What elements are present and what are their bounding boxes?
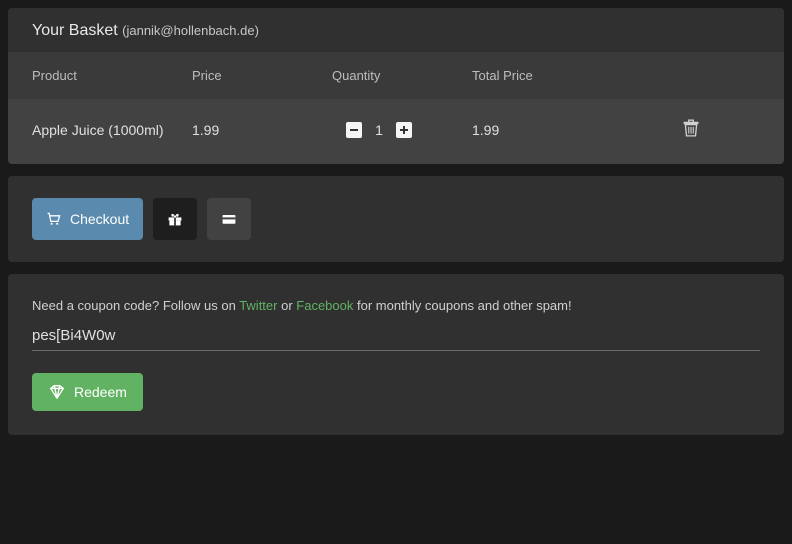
coupon-hint-suffix: for monthly coupons and other spam! (353, 298, 571, 313)
header-quantity: Quantity (332, 68, 472, 83)
basket-title-text: Your Basket (32, 22, 118, 39)
diamond-icon (48, 383, 66, 401)
checkout-label: Checkout (70, 211, 129, 227)
checkout-button[interactable]: Checkout (32, 198, 143, 240)
coupon-input[interactable] (32, 323, 760, 351)
facebook-link[interactable]: Facebook (296, 298, 353, 313)
decrease-quantity-button[interactable] (346, 122, 362, 138)
coupon-hint-prefix: Need a coupon code? Follow us on (32, 298, 239, 313)
cell-quantity: 1 (332, 122, 472, 138)
redeem-button[interactable]: Redeem (32, 373, 143, 411)
coupon-hint-or: or (277, 298, 296, 313)
minus-icon (348, 124, 360, 136)
coupon-panel: Need a coupon code? Follow us on Twitter… (8, 274, 784, 435)
cell-action (622, 119, 760, 140)
cell-total: 1.99 (472, 122, 622, 138)
header-total: Total Price (472, 68, 622, 83)
gift-icon (167, 211, 183, 227)
trash-icon (683, 119, 699, 137)
credit-card-button[interactable] (207, 198, 251, 240)
header-product: Product (32, 68, 192, 83)
cell-product: Apple Juice (1000ml) (32, 122, 192, 138)
redeem-label: Redeem (74, 384, 127, 400)
basket-email: (jannik@hollenbach.de) (122, 23, 259, 38)
basket-title: Your Basket (jannik@hollenbach.de) (8, 8, 784, 52)
credit-card-icon (221, 211, 237, 227)
delete-item-button[interactable] (683, 119, 699, 137)
cart-icon (46, 211, 62, 227)
basket-table-header: Product Price Quantity Total Price (8, 52, 784, 99)
coupon-hint: Need a coupon code? Follow us on Twitter… (32, 298, 760, 313)
quantity-value: 1 (374, 122, 384, 138)
table-row: Apple Juice (1000ml) 1.99 1 1.99 (8, 99, 784, 164)
action-panel: Checkout (8, 176, 784, 262)
twitter-link[interactable]: Twitter (239, 298, 277, 313)
cell-price: 1.99 (192, 122, 332, 138)
basket-panel: Your Basket (jannik@hollenbach.de) Produ… (8, 8, 784, 164)
plus-icon (398, 124, 410, 136)
gift-button[interactable] (153, 198, 197, 240)
header-price: Price (192, 68, 332, 83)
increase-quantity-button[interactable] (396, 122, 412, 138)
header-action (622, 68, 760, 83)
